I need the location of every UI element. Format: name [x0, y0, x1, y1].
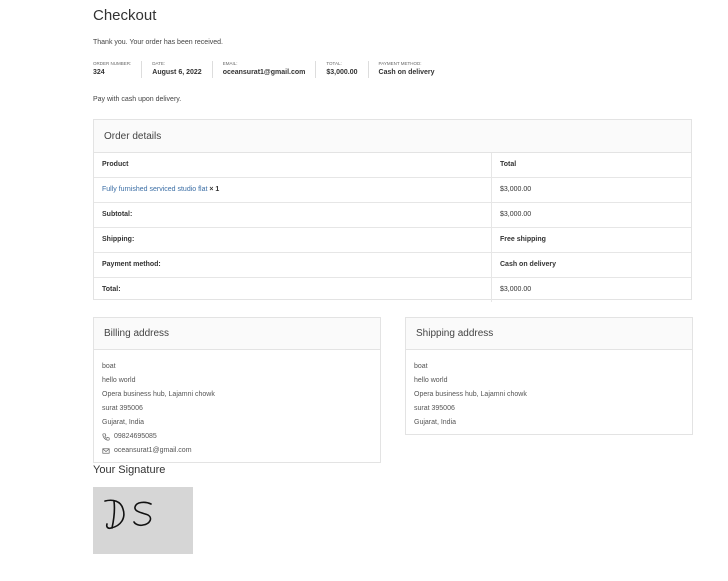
billing-address-panel: Billing address boat hello world Opera b…	[93, 317, 381, 463]
address-line: Gujarat, India	[102, 419, 145, 426]
column-header-product: Product	[102, 161, 129, 168]
overview-label: TOTAL:	[326, 61, 342, 66]
subtotal-label: Subtotal:	[102, 211, 133, 218]
table-row: Fully furnished serviced studio flat × 1…	[94, 178, 691, 203]
address-line: hello world	[102, 377, 136, 384]
address-line: boat	[414, 363, 428, 370]
email-address: oceansurat1@gmail.com	[114, 447, 192, 454]
product-quantity: × 1	[209, 186, 220, 193]
payment-note: Pay with cash upon delivery.	[93, 96, 182, 103]
address-line: boat	[102, 363, 116, 370]
phone-icon	[102, 433, 110, 441]
billing-address-heading: Billing address	[94, 318, 380, 350]
address-line: Gujarat, India	[414, 419, 457, 426]
address-line: surat 395006	[102, 405, 143, 412]
overview-value: 324	[93, 69, 105, 77]
billing-phone: 09824695085	[102, 430, 372, 444]
payment-method-value: Cash on delivery	[491, 253, 690, 277]
overview-value: $3,000.00	[326, 69, 358, 77]
envelope-icon	[102, 448, 110, 454]
product-cell: Fully furnished serviced studio flat × 1	[102, 178, 219, 202]
product-total: $3,000.00	[491, 178, 690, 202]
overview-value: Cash on delivery	[378, 69, 435, 77]
table-row: Shipping: Free shipping	[94, 228, 691, 253]
overview-label: DATE:	[152, 61, 166, 66]
payment-method-label: Payment method:	[102, 261, 161, 268]
order-details-panel: Order details Product Total Fully furnis…	[93, 119, 692, 303]
overview-order-number: ORDER NUMBER: 324	[93, 61, 141, 78]
overview-value: oceansurat1@gmail.com	[222, 69, 306, 77]
column-header-total: Total	[491, 153, 690, 177]
signature-image	[93, 487, 193, 554]
order-overview: ORDER NUMBER: 324 DATE: August 6, 2022 E…	[93, 61, 445, 78]
overview-label: PAYMENT METHOD:	[378, 61, 422, 66]
handwritten-signature	[104, 499, 152, 530]
table-header-row: Product Total	[94, 153, 691, 178]
thank-you-message: Thank you. Your order has been received.	[93, 39, 223, 46]
total-label: Total:	[102, 286, 121, 293]
billing-address-body: boat hello world Opera business hub, Laj…	[94, 350, 380, 466]
billing-email: oceansurat1@gmail.com	[102, 444, 372, 458]
shipping-address-body: boat hello world Opera business hub, Laj…	[406, 350, 692, 438]
shipping-address-panel: Shipping address boat hello world Opera …	[405, 317, 693, 435]
page-title: Checkout	[93, 7, 157, 24]
address-line: hello world	[414, 377, 448, 384]
overview-value: August 6, 2022	[152, 69, 202, 77]
table-row: Payment method: Cash on delivery	[94, 253, 691, 278]
address-line: Opera business hub, Lajamni chowk	[102, 391, 215, 398]
shipping-value: Free shipping	[491, 228, 690, 252]
overview-payment-method: PAYMENT METHOD: Cash on delivery	[367, 61, 445, 78]
overview-email: EMAIL: oceansurat1@gmail.com	[211, 61, 316, 78]
address-line: Opera business hub, Lajamni chowk	[414, 391, 527, 398]
order-details-heading: Order details	[94, 120, 691, 153]
overview-date: DATE: August 6, 2022	[141, 61, 211, 78]
subtotal-value: $3,000.00	[491, 203, 690, 227]
phone-number: 09824695085	[114, 433, 157, 440]
shipping-address-heading: Shipping address	[406, 318, 692, 350]
table-row: Total: $3,000.00	[94, 278, 691, 303]
signature-heading: Your Signature	[93, 464, 166, 476]
address-line: surat 395006	[414, 405, 455, 412]
table-row: Subtotal: $3,000.00	[94, 203, 691, 228]
overview-label: ORDER NUMBER:	[93, 61, 132, 66]
shipping-label: Shipping:	[102, 236, 135, 243]
product-link[interactable]: Fully furnished serviced studio flat	[102, 186, 207, 193]
overview-label: EMAIL:	[222, 61, 238, 66]
total-value: $3,000.00	[491, 278, 690, 302]
overview-total: TOTAL: $3,000.00	[315, 61, 367, 78]
